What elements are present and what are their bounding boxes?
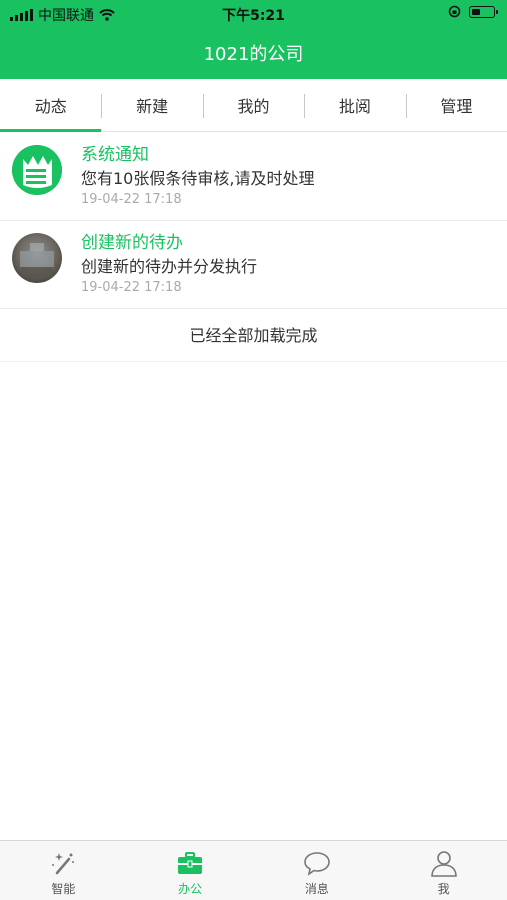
nav-label: 智能 bbox=[51, 882, 76, 896]
tab-manage[interactable]: 管理 bbox=[405, 79, 507, 131]
chat-bubble-icon bbox=[304, 852, 330, 876]
nav-office[interactable]: 办公 bbox=[127, 841, 254, 900]
tab-review[interactable]: 批阅 bbox=[304, 79, 405, 131]
item-timestamp: 19-04-22 17:18 bbox=[81, 192, 182, 207]
orientation-lock-icon bbox=[448, 5, 461, 18]
nav-me[interactable]: 我 bbox=[380, 841, 507, 900]
nav-label: 办公 bbox=[178, 882, 203, 896]
item-description: 您有10张假条待审核,请及时处理 bbox=[81, 169, 315, 188]
list-item[interactable]: 创建新的待办 创建新的待办并分发执行 19-04-22 17:18 bbox=[0, 221, 507, 309]
nav-smart[interactable]: 智能 bbox=[0, 841, 127, 900]
item-title: 系统通知 bbox=[81, 145, 149, 165]
tab-dynamics[interactable]: 动态 bbox=[0, 79, 102, 132]
tab-bar: 动态 新建 我的 批阅 管理 bbox=[0, 79, 507, 132]
feed-list: 系统通知 您有10张假条待审核,请及时处理 19-04-22 17:18 创建新… bbox=[0, 133, 507, 309]
status-time: 下午5:21 bbox=[222, 8, 285, 24]
bottom-nav: 智能 办公 消息 我 bbox=[0, 840, 507, 900]
tab-new[interactable]: 新建 bbox=[101, 79, 202, 131]
item-description: 创建新的待办并分发执行 bbox=[81, 257, 258, 276]
nav-label: 我 bbox=[437, 882, 450, 896]
briefcase-icon bbox=[178, 852, 203, 874]
battery-icon bbox=[469, 5, 498, 18]
list-item[interactable]: 系统通知 您有10张假条待审核,请及时处理 19-04-22 17:18 bbox=[0, 133, 507, 221]
item-timestamp: 19-04-22 17:18 bbox=[81, 280, 182, 295]
status-bar: 中国联通 下午5:21 bbox=[0, 0, 507, 28]
person-icon bbox=[430, 851, 457, 877]
tab-mine[interactable]: 我的 bbox=[202, 79, 304, 131]
load-complete-text: 已经全部加载完成 bbox=[0, 310, 507, 362]
page-title: 1021的公司 bbox=[203, 44, 304, 65]
nav-label: 消息 bbox=[304, 882, 329, 896]
item-title: 创建新的待办 bbox=[81, 233, 183, 253]
notification-icon bbox=[12, 145, 62, 195]
magic-wand-icon bbox=[52, 853, 75, 875]
nav-messages[interactable]: 消息 bbox=[254, 841, 381, 900]
photo-avatar bbox=[12, 233, 62, 283]
app-header: 中国联通 下午5:21 1021的公司 bbox=[0, 0, 507, 79]
